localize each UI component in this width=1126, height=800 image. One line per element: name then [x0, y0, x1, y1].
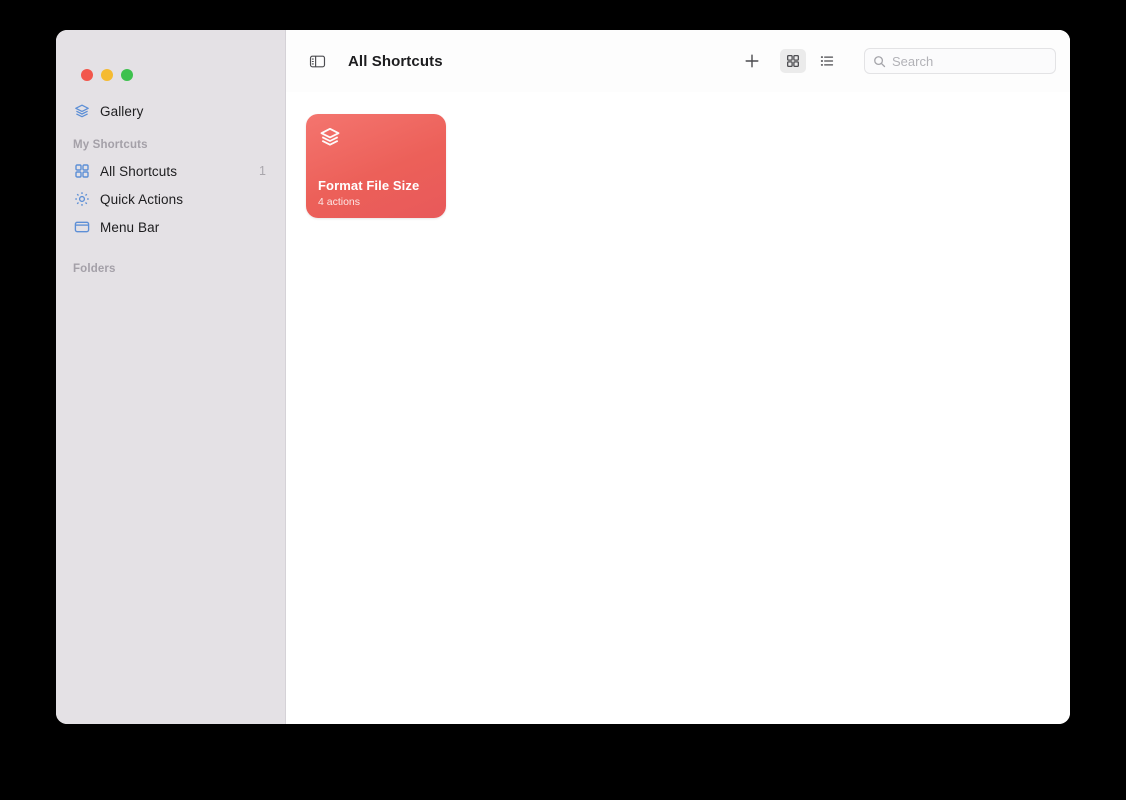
shortcuts-window: Gallery My Shortcuts All Shortcuts 1 Qui…	[56, 30, 1070, 724]
sidebar-item-quick-actions[interactable]: Quick Actions	[66, 185, 275, 213]
grid-view-button[interactable]	[780, 49, 806, 73]
layers-icon	[318, 125, 434, 154]
toolbar: All Shortcuts	[286, 30, 1070, 92]
search-field[interactable]	[864, 48, 1056, 74]
sidebar-item-label: Quick Actions	[100, 191, 184, 207]
sidebar-item-label: All Shortcuts	[100, 163, 178, 179]
main-pane: All Shortcuts Search Format File Size 4 …	[286, 30, 1070, 724]
list-view-button[interactable]	[814, 49, 840, 73]
traffic-lights	[66, 30, 275, 92]
sidebar: Gallery My Shortcuts All Shortcuts 1 Qui…	[56, 30, 286, 724]
layers-icon	[73, 102, 91, 120]
sidebar-item-count: 1	[259, 164, 266, 178]
sidebar-section-header-my-shortcuts: My Shortcuts	[73, 139, 148, 151]
sidebar-toggle-icon[interactable]	[304, 49, 330, 73]
sidebar-item-label: Gallery	[100, 103, 144, 119]
menubar-icon	[73, 218, 91, 236]
page-title: All Shortcuts	[348, 52, 443, 70]
shortcuts-content: Format File Size 4 actions	[286, 92, 1070, 724]
sidebar-item-gallery[interactable]: Gallery	[66, 97, 275, 125]
gear-icon	[73, 190, 91, 208]
shortcut-card[interactable]: Format File Size 4 actions	[306, 114, 446, 218]
grid-icon	[73, 162, 91, 180]
shortcut-action-count: 4 actions	[318, 196, 361, 208]
search-input[interactable]	[892, 53, 1047, 69]
shortcuts-grid: Format File Size 4 actions	[306, 114, 1050, 218]
shortcut-title: Format File Size	[318, 178, 420, 194]
add-shortcut-button[interactable]	[738, 48, 766, 74]
sidebar-item-label: Menu Bar	[100, 219, 160, 235]
sidebar-item-menu-bar[interactable]: Menu Bar	[66, 213, 275, 241]
sidebar-section-header-folders: Folders	[73, 263, 116, 275]
sidebar-item-all-shortcuts[interactable]: All Shortcuts 1	[66, 157, 275, 185]
close-window-button[interactable]	[81, 68, 93, 81]
minimize-window-button[interactable]	[101, 68, 113, 81]
sidebar-list: Gallery My Shortcuts All Shortcuts 1 Qui…	[66, 92, 275, 276]
view-switcher	[780, 49, 840, 73]
search-icon	[873, 55, 886, 68]
maximize-window-button[interactable]	[121, 68, 133, 81]
